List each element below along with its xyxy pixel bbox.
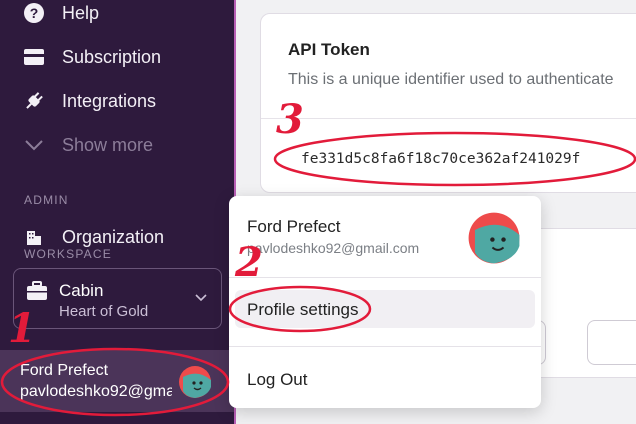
log-out-menu-item[interactable]: Log Out: [247, 370, 308, 390]
building-icon: [22, 225, 46, 249]
sidebar-item-help[interactable]: ? Help: [0, 0, 234, 33]
api-token-value[interactable]: fe331d5c8fa6f18c70ce362af241029f: [301, 151, 580, 167]
annotation-number-1: 1: [8, 305, 36, 352]
avatar: [467, 211, 521, 270]
sidebar-item-label: Show more: [62, 134, 154, 155]
divider: [261, 118, 636, 119]
workspace-name: Cabin: [59, 281, 104, 300]
profile-settings-menu-item[interactable]: Profile settings: [247, 300, 359, 320]
secondary-button-2[interactable]: [587, 320, 636, 365]
sidebar-item-label: Subscription: [62, 46, 162, 67]
credit-card-icon: [22, 45, 46, 69]
card-title: API Token: [288, 40, 370, 59]
annotation-number-3: 3: [276, 96, 304, 143]
chevron-down-icon: [22, 133, 46, 157]
divider: [229, 277, 541, 278]
help-circle-icon: ?: [22, 1, 46, 25]
sidebar-item-label: Organization: [62, 226, 165, 247]
plug-icon: [22, 89, 46, 113]
sidebar-item-label: Integrations: [62, 90, 157, 111]
annotation-number-2: 2: [235, 239, 263, 286]
sidebar-item-integrations[interactable]: Integrations: [0, 81, 234, 121]
divider: [229, 346, 541, 347]
admin-section-label: ADMIN: [24, 193, 69, 207]
svg-text:?: ?: [30, 5, 39, 21]
sidebar: ? Help Subscription Integrations Show mo…: [0, 0, 234, 424]
user-email: pavlodeshko92@gmail.com: [20, 383, 172, 400]
user-popup-menu: Ford Prefect pavlodeshko92@gmail.com Pro…: [229, 196, 541, 408]
avatar: [178, 365, 212, 404]
user-name: Ford Prefect: [20, 362, 109, 379]
workspace-switcher[interactable]: Cabin Heart of Gold: [13, 268, 222, 329]
workspace-section-label: WORKSPACE: [24, 247, 112, 261]
user-menu-trigger[interactable]: Ford Prefect pavlodeshko92@gmail.com: [0, 350, 234, 412]
sidebar-item-subscription[interactable]: Subscription: [0, 37, 234, 77]
briefcase-icon: [26, 281, 48, 306]
sidebar-item-label: Help: [62, 2, 100, 23]
workspace-subtitle: Heart of Gold: [59, 303, 149, 320]
chevron-down-icon: [195, 289, 207, 307]
card-description: This is a unique identifier used to auth…: [288, 71, 614, 88]
popup-user-email: pavlodeshko92@gmail.com: [247, 240, 420, 256]
sidebar-item-show-more[interactable]: Show more: [0, 125, 234, 165]
api-token-card: API Token This is a unique identifier us…: [260, 13, 636, 193]
popup-user-name: Ford Prefect: [247, 217, 341, 236]
